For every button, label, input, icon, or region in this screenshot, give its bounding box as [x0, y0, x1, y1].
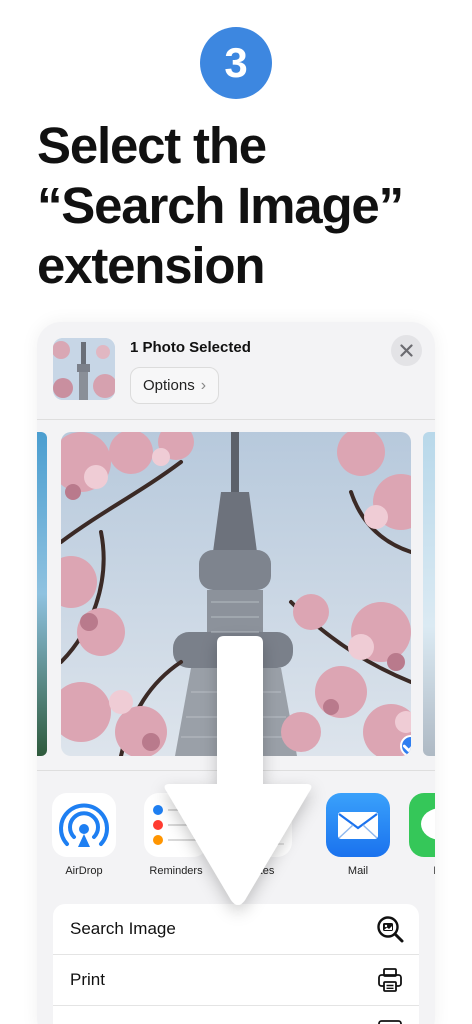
photo-thumbnail-image [53, 338, 115, 400]
selection-count-title: 1 Photo Selected [130, 339, 251, 356]
app-notes[interactable]: Notes [220, 793, 300, 877]
more-icon [375, 1016, 405, 1024]
airdrop-icon [52, 793, 116, 857]
title-line-2: “Search Image” [37, 177, 404, 234]
action-more[interactable] [53, 1006, 419, 1024]
step-number: 3 [224, 39, 248, 86]
selected-photo[interactable] [61, 432, 411, 756]
app-label: Mail [347, 865, 369, 877]
action-print[interactable]: Print [53, 955, 419, 1006]
app-airdrop[interactable]: AirDrop [44, 793, 124, 877]
share-sheet: 1 Photo Selected Options › AirDrop Remin… [37, 322, 435, 1024]
app-label: AirDrop [65, 865, 103, 877]
step-number-badge: 3 [200, 27, 272, 99]
previous-photo[interactable] [37, 432, 47, 756]
share-actions-list: Search Image Print [53, 904, 419, 1024]
messages-icon [409, 793, 435, 857]
app-messages[interactable]: Me [401, 793, 435, 877]
app-label: Notes [245, 865, 275, 877]
photo-image [61, 432, 411, 756]
share-apps-row: AirDrop Reminders Notes Mail [37, 770, 435, 902]
search-image-icon [375, 914, 405, 944]
title-line-3: extension [37, 237, 265, 294]
options-button[interactable]: Options › [130, 367, 220, 404]
action-label: Search Image [70, 919, 176, 938]
app-label: Me [401, 865, 435, 877]
share-sheet-header: 1 Photo Selected Options › [37, 322, 435, 420]
chevron-right-icon: › [200, 376, 207, 394]
mail-icon [326, 793, 390, 857]
app-label: Reminders [149, 865, 203, 877]
action-label: Print [70, 970, 105, 989]
next-photo[interactable] [423, 432, 435, 756]
notes-icon [228, 793, 292, 857]
close-button[interactable] [391, 335, 422, 366]
close-icon [400, 344, 413, 357]
title-line-1: Select the [37, 117, 267, 174]
app-reminders[interactable]: Reminders [136, 793, 216, 877]
selected-check-icon [400, 735, 411, 756]
photo-carousel[interactable] [37, 420, 435, 770]
printer-icon [375, 965, 405, 995]
options-label: Options [143, 377, 195, 394]
selected-photo-thumbnail [53, 338, 115, 400]
app-mail[interactable]: Mail [318, 793, 398, 877]
page-title: Select the “Search Image” extension [37, 116, 457, 296]
action-search-image[interactable]: Search Image [53, 904, 419, 955]
reminders-icon [144, 793, 208, 857]
